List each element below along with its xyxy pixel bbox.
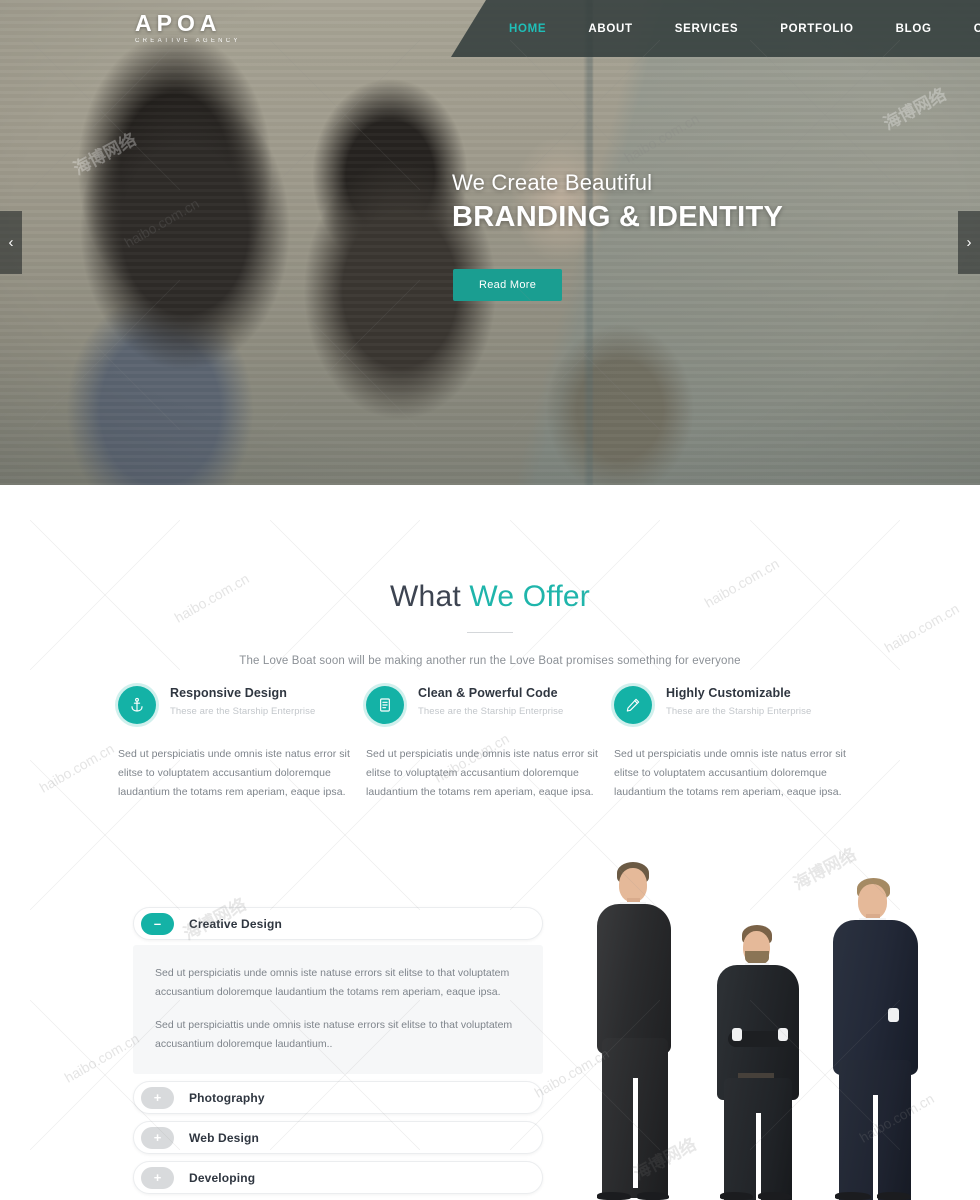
feature-subtitle: These are the Starship Enterprise: [418, 706, 564, 717]
feature-body: Sed ut perspiciatis unde omnis iste natu…: [614, 748, 846, 798]
accordion-paragraph: Sed ut perspiciatis unde omnis iste natu…: [155, 967, 510, 998]
suit-jacket: [597, 904, 671, 1054]
nav-item-portfolio[interactable]: PORTFOLIO: [759, 23, 874, 35]
leg-gap: [756, 1113, 761, 1200]
team-member-left: [575, 840, 695, 1200]
nav-item-home[interactable]: HOME: [488, 23, 567, 35]
team-member-right: [813, 848, 938, 1200]
nav-item-contact[interactable]: CONTACT: [953, 23, 980, 35]
services-accordion: – Creative Design Sed ut perspiciatis un…: [133, 907, 543, 1200]
leg-gap: [633, 1078, 638, 1188]
main-navigation: HOME ABOUT SERVICES PORTFOLIO BLOG CONTA…: [451, 0, 980, 57]
accordion-item-web-design: + Web Design: [133, 1121, 543, 1154]
accordion-paragraph: Sed ut perspiciattis unde omnis iste nat…: [155, 1019, 513, 1050]
hero-title: BRANDING & IDENTITY: [452, 201, 784, 233]
feature-subtitle: These are the Starship Enterprise: [666, 706, 812, 717]
watermark-url-text: haibo.com.cn: [61, 1030, 142, 1086]
shoe: [758, 1192, 791, 1200]
nav-list: HOME ABOUT SERVICES PORTFOLIO BLOG CONTA…: [488, 0, 980, 57]
suit-jacket: [833, 920, 918, 1075]
hero-subtitle: We Create Beautiful: [452, 170, 653, 195]
accordion-item-developing: + Developing: [133, 1161, 543, 1194]
hero-copy: We Create Beautiful BRANDING & IDENTITY …: [452, 170, 783, 301]
minus-icon[interactable]: –: [141, 912, 174, 935]
head: [619, 868, 647, 902]
accordion-header[interactable]: – Creative Design: [133, 907, 543, 940]
feature-card-responsive-design: Responsive Design These are the Starship…: [118, 685, 366, 802]
feature-list: Responsive Design These are the Starship…: [0, 685, 980, 802]
feature-body: Sed ut perspiciatis unde omnis iste natu…: [366, 748, 598, 798]
logo[interactable]: APOA CREATIVE AGENCY: [135, 11, 241, 44]
plus-icon[interactable]: +: [141, 1166, 174, 1189]
team-member-center: [700, 875, 820, 1200]
feature-body: Sed ut perspiciatis unde omnis iste natu…: [118, 748, 350, 798]
team-photo: [545, 823, 980, 1200]
feature-card-highly-customizable: Highly Customizable These are the Starsh…: [614, 685, 862, 802]
accordion-header[interactable]: + Web Design: [133, 1121, 543, 1154]
plus-icon[interactable]: +: [141, 1086, 174, 1109]
shirt-cuff: [732, 1028, 742, 1041]
hero-slider: We Create Beautiful BRANDING & IDENTITY …: [0, 0, 980, 485]
section-title-plain: What: [390, 580, 470, 613]
accordion-label: Developing: [189, 1170, 256, 1185]
feature-text: Highly Customizable These are the Starsh…: [666, 685, 811, 717]
feature-header: Clean & Powerful Code These are the Star…: [366, 685, 614, 724]
shoe: [637, 1192, 669, 1200]
pencil-icon: [614, 686, 652, 724]
section-description: The Love Boat soon will be making anothe…: [239, 655, 741, 667]
shoe: [597, 1192, 631, 1200]
slider-next-arrow-icon[interactable]: ›: [958, 211, 980, 274]
logo-tagline: CREATIVE AGENCY: [135, 38, 241, 44]
feature-subtitle: These are the Starship Enterprise: [170, 706, 316, 717]
accordion-label: Creative Design: [189, 916, 282, 931]
shoe: [877, 1192, 911, 1200]
accordion-panel: Sed ut perspiciatis unde omnis iste natu…: [133, 945, 543, 1074]
feature-title: Highly Customizable: [666, 686, 791, 700]
section-title: What We Offer: [0, 485, 980, 614]
nav-item-blog[interactable]: BLOG: [875, 23, 953, 35]
hero-button-wrap: Read More: [452, 234, 783, 301]
logo-title: APOA: [135, 10, 222, 36]
shoe: [835, 1192, 871, 1200]
feature-text: Responsive Design These are the Starship…: [170, 685, 315, 717]
section-title-accent: We Offer: [469, 580, 590, 613]
slider-prev-arrow-icon[interactable]: ‹: [0, 211, 22, 274]
leg-gap: [873, 1095, 878, 1200]
document-icon: [366, 686, 404, 724]
anchor-icon: [118, 686, 156, 724]
accordion-header[interactable]: + Developing: [133, 1161, 543, 1194]
accordion-item-photography: + Photography: [133, 1081, 543, 1114]
site-header: APOA CREATIVE AGENCY HOME ABOUT SERVICES…: [0, 0, 980, 57]
accordion-label: Web Design: [189, 1130, 259, 1145]
nav-item-services[interactable]: SERVICES: [654, 23, 760, 35]
shirt-cuff: [778, 1028, 788, 1041]
feature-card-clean-powerful-code: Clean & Powerful Code These are the Star…: [366, 685, 614, 802]
feature-title: Clean & Powerful Code: [418, 686, 558, 700]
plus-icon[interactable]: +: [141, 1126, 174, 1149]
shirt-cuff: [888, 1008, 899, 1022]
feature-header: Highly Customizable These are the Starsh…: [614, 685, 862, 724]
feature-text: Clean & Powerful Code These are the Star…: [418, 685, 563, 717]
feature-title: Responsive Design: [170, 686, 288, 700]
read-more-button[interactable]: Read More: [453, 269, 563, 301]
accordion-item-creative-design: – Creative Design Sed ut perspiciatis un…: [133, 907, 543, 1074]
accordion-label: Photography: [189, 1090, 265, 1105]
what-we-offer-section: What We Offer The Love Boat soon will be…: [0, 485, 980, 798]
section-title-divider: [467, 632, 513, 633]
nav-item-about[interactable]: ABOUT: [567, 23, 653, 35]
feature-header: Responsive Design These are the Starship…: [118, 685, 366, 724]
shoe: [720, 1192, 753, 1200]
accordion-header[interactable]: + Photography: [133, 1081, 543, 1114]
